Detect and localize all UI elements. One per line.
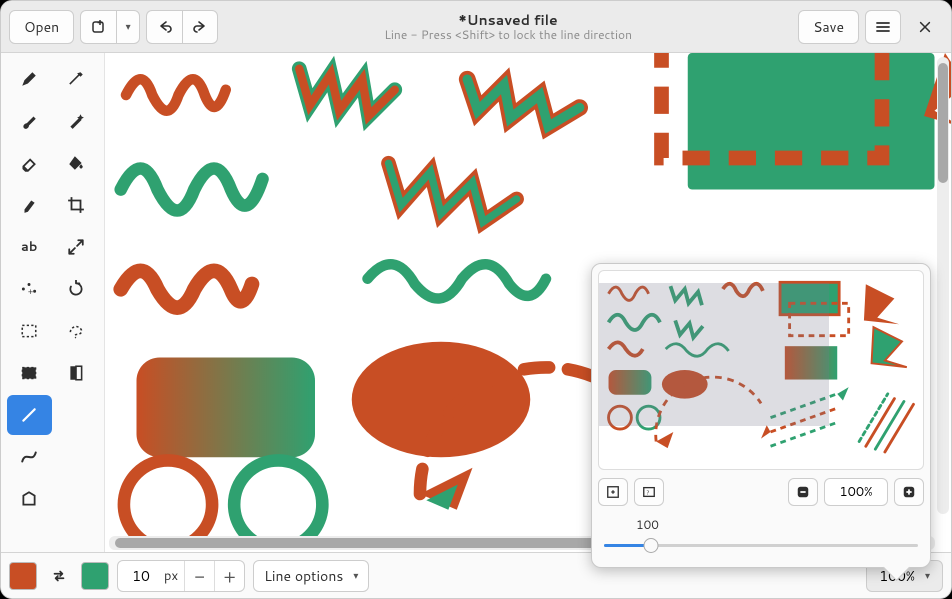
open-button[interactable]: Open (9, 10, 74, 44)
svg-text:?: ? (646, 488, 649, 497)
minimap-viewport[interactable] (599, 283, 829, 426)
pencil-tool[interactable] (7, 59, 52, 99)
crop-tool[interactable] (54, 185, 99, 225)
plus-icon (902, 485, 916, 499)
redo-icon (192, 19, 208, 35)
line-options-combo[interactable]: Line options ▾ (253, 560, 369, 592)
dropper-icon (67, 70, 85, 88)
text-icon: ab (21, 238, 37, 256)
zoom-slider-wrap: 100 (598, 516, 924, 561)
svg-text:+: + (28, 286, 33, 298)
chevron-down-icon: ▾ (925, 569, 930, 583)
rect-select-tool[interactable] (7, 311, 52, 351)
eraser-icon (20, 154, 38, 172)
minimap-popover: ? 100% 100 (591, 263, 931, 568)
line-width-unit: px (164, 567, 184, 585)
hamburger-icon (875, 19, 891, 35)
chevron-down-icon: ▾ (126, 20, 131, 34)
tool-sidebar: ab + (1, 53, 105, 552)
minimap-thumbnail[interactable] (598, 270, 924, 470)
brush-tool[interactable] (7, 101, 52, 141)
color-picker-tool[interactable] (54, 59, 99, 99)
points-tool[interactable]: + (7, 269, 52, 309)
rotate-tool[interactable] (54, 269, 99, 309)
bucket-icon (67, 154, 85, 172)
text-tool[interactable]: ab (7, 227, 52, 267)
scale-icon (67, 238, 85, 256)
tool-hint: Line - Press <Shift> to lock the line di… (224, 28, 792, 42)
eraser-tool[interactable] (7, 143, 52, 183)
pencil-icon (20, 70, 38, 88)
zoom-fit-icon (606, 485, 620, 499)
new-menu: ▾ (80, 10, 140, 44)
line-tool[interactable] (7, 395, 52, 435)
close-window-button[interactable] (907, 10, 943, 44)
color-select-icon (20, 364, 38, 382)
shape-tool[interactable] (7, 479, 52, 519)
chevron-down-icon: ▾ (353, 569, 358, 583)
zoom-original-icon: ? (642, 485, 656, 499)
main-area: ab + (1, 53, 951, 552)
swap-icon (50, 567, 68, 585)
magic-tool[interactable] (54, 101, 99, 141)
line-options-label: Line options (264, 566, 343, 586)
filter-icon (67, 364, 85, 382)
slider-thumb[interactable] (644, 538, 659, 553)
zoom-slider-label: 100 (636, 516, 918, 533)
swap-colors-button[interactable] (45, 562, 73, 590)
vertical-scrollbar[interactable] (937, 57, 949, 514)
minimap-zoom-value: 100% (824, 478, 888, 506)
new-dropdown-button[interactable]: ▾ (116, 10, 140, 44)
marker-icon (20, 196, 38, 214)
rect-select-icon (20, 322, 38, 340)
curve-icon (20, 448, 38, 466)
color-select-tool[interactable] (7, 353, 52, 393)
save-button[interactable]: Save (798, 10, 859, 44)
fill-tool[interactable] (54, 143, 99, 183)
undo-icon (157, 19, 173, 35)
scale-tool[interactable] (54, 227, 99, 267)
line-icon (20, 406, 38, 424)
new-tab-button[interactable] (80, 10, 116, 44)
header-bar: Open ▾ *Unsaved file Line - Press <Shift… (1, 1, 951, 53)
close-icon (918, 20, 932, 34)
highlighter-tool[interactable] (7, 185, 52, 225)
zoom-original-button[interactable]: ? (634, 478, 664, 506)
zoom-fit-button[interactable] (598, 478, 628, 506)
brush-icon (20, 112, 38, 130)
line-width-input[interactable] (118, 566, 164, 586)
filter-tool[interactable] (54, 353, 99, 393)
wand-icon (67, 112, 85, 130)
minus-icon (796, 485, 810, 499)
points-icon: + (20, 280, 38, 298)
free-select-tool[interactable] (54, 311, 99, 351)
redo-button[interactable] (182, 10, 218, 44)
zoom-slider[interactable] (604, 535, 918, 555)
title-block: *Unsaved file Line - Press <Shift> to lo… (224, 12, 792, 42)
tool-spacer-1 (54, 395, 99, 435)
crop-icon (67, 196, 85, 214)
minimap-controls: ? 100% (598, 478, 924, 506)
app-window: Open ▾ *Unsaved file Line - Press <Shift… (0, 0, 952, 599)
line-width-decrement[interactable]: − (184, 561, 214, 591)
secondary-color-swatch[interactable] (81, 562, 109, 590)
undo-button[interactable] (146, 10, 182, 44)
tool-spacer-2 (54, 437, 99, 477)
shape-icon (20, 490, 38, 508)
zoom-in-button[interactable] (894, 478, 924, 506)
zoom-out-button[interactable] (788, 478, 818, 506)
curve-tool[interactable] (7, 437, 52, 477)
tool-spacer-3 (54, 479, 99, 519)
hamburger-menu-button[interactable] (865, 10, 901, 44)
free-select-icon (67, 322, 85, 340)
line-width-field: px − + (117, 560, 245, 592)
canvas-wrap: ? 100% 100 (105, 53, 951, 552)
primary-color-swatch[interactable] (9, 562, 37, 590)
new-tab-icon (91, 19, 107, 35)
rotate-icon (67, 280, 85, 298)
history-group (146, 10, 218, 44)
line-width-increment[interactable]: + (214, 561, 244, 591)
